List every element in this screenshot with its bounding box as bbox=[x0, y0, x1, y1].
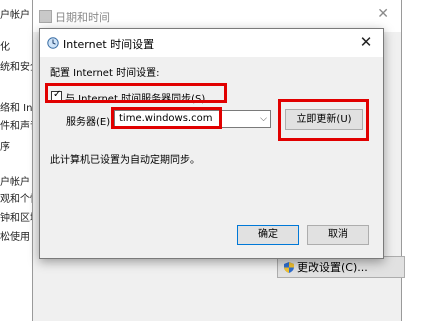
chevron-down-icon[interactable]: ⌵ bbox=[260, 114, 267, 124]
change-settings-label: 更改设置(C)... bbox=[297, 261, 368, 274]
bg-sidebar-item: 统和安全 bbox=[0, 62, 36, 73]
bg-sidebar-item: 络和 Inte bbox=[0, 103, 36, 114]
bg-sidebar-item: 序 bbox=[0, 142, 10, 153]
highlight-box-checkbox bbox=[45, 83, 227, 103]
internet-time-dialog: Internet 时间设置 ✕ 配置 Internet 时间设置: ✓ 与 In… bbox=[39, 28, 384, 259]
highlight-box-update-now bbox=[278, 99, 369, 141]
status-text: 此计算机已设置为自动定期同步。 bbox=[50, 155, 200, 166]
background-panel: 户帐户 化 统和安全 络和 Inte 件和声音 序 户帐户 观和个性 钟和区域 … bbox=[0, 0, 36, 321]
bg-sidebar-item: 钟和区域 bbox=[0, 213, 36, 224]
bg-sidebar-item: 松使用 bbox=[0, 232, 30, 243]
bg-sidebar-item: 户帐户 bbox=[0, 10, 30, 21]
section-label: 配置 Internet 时间设置: bbox=[50, 68, 160, 79]
close-icon[interactable]: ✕ bbox=[357, 33, 375, 51]
server-label: 服务器(E): bbox=[66, 117, 114, 128]
ok-button[interactable]: 确定 bbox=[237, 225, 299, 245]
change-settings-button[interactable]: 更改设置(C)... bbox=[277, 256, 405, 278]
bg-sidebar-item: 观和个性 bbox=[0, 194, 36, 205]
internet-time-icon bbox=[47, 37, 59, 49]
clock-icon bbox=[39, 10, 52, 23]
bg-sidebar-item: 户帐户 bbox=[0, 177, 30, 188]
bg-sidebar-item: 件和声音 bbox=[0, 121, 36, 132]
highlight-box-server bbox=[111, 107, 222, 129]
dialog-titlebar: Internet 时间设置 ✕ bbox=[40, 29, 383, 57]
dialog-title: Internet 时间设置 bbox=[63, 38, 155, 51]
background-window-title: 日期和时间 bbox=[55, 11, 110, 24]
close-icon[interactable]: ✕ bbox=[377, 6, 389, 22]
bg-sidebar-item: 化 bbox=[0, 42, 10, 53]
shield-icon bbox=[284, 262, 294, 273]
cancel-button[interactable]: 取消 bbox=[307, 225, 369, 245]
